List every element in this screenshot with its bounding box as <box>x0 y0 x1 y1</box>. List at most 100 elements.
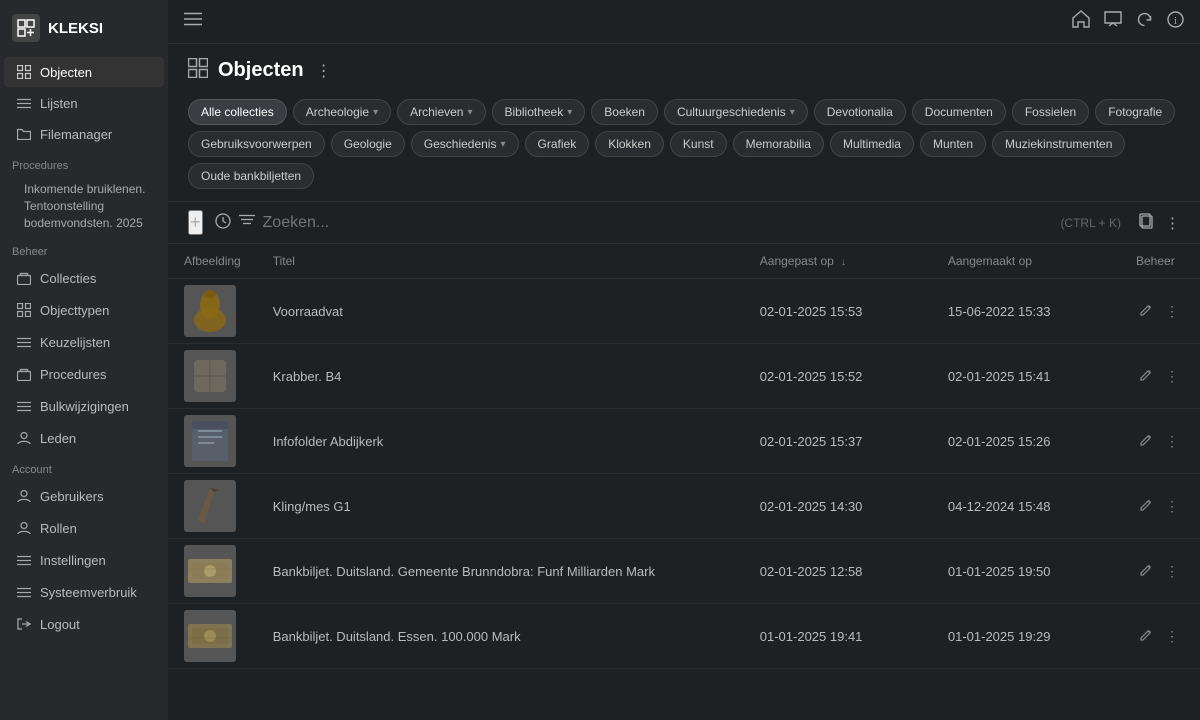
sidebar-item-label: Bulkwijzigingen <box>40 399 129 414</box>
search-copy-icon[interactable] <box>1139 213 1155 233</box>
filter-tag-cultuurgeschiedenis[interactable]: Cultuurgeschiedenis ▾ <box>664 99 808 125</box>
object-thumbnail <box>184 610 236 662</box>
filter-tag-muziekinstrumenten[interactable]: Muziekinstrumenten <box>992 131 1125 157</box>
filter-tag-fossielen[interactable]: Fossielen <box>1012 99 1089 125</box>
col-afbeelding: Afbeelding <box>168 244 257 279</box>
table-row[interactable]: Krabber. B4 02-01-2025 15:52 02-01-2025 … <box>168 344 1200 409</box>
table-row[interactable]: Bankbiljet. Duitsland. Gemeente Brunndob… <box>168 539 1200 604</box>
filter-tag-geschiedenis[interactable]: Geschiedenis ▾ <box>411 131 519 157</box>
more-options-icon[interactable]: ⋮ <box>1162 625 1182 648</box>
more-options-icon[interactable]: ⋮ <box>1162 495 1182 518</box>
more-options-icon[interactable]: ⋮ <box>1162 365 1182 388</box>
sidebar-item-rollen[interactable]: Rollen <box>4 513 164 543</box>
page-header: Objecten ⋮ <box>168 44 1200 93</box>
filter-tag-klokken[interactable]: Klokken <box>595 131 664 157</box>
object-image-cell <box>168 344 257 409</box>
page-header-icon <box>188 58 208 83</box>
edit-icon[interactable] <box>1136 365 1156 388</box>
object-title-cell: Voorraadvat <box>257 279 744 344</box>
sidebar-item-systeemverbruik[interactable]: Systeemverbruik <box>4 577 164 607</box>
sidebar-item-label: Filemanager <box>40 127 112 142</box>
logo: KLEKSI <box>0 0 168 56</box>
add-object-button[interactable]: + <box>188 210 203 235</box>
page-more-button[interactable]: ⋮ <box>316 61 332 81</box>
filter-tag-gebruiksvoorwerpen[interactable]: Gebruiksvoorwerpen <box>188 131 325 157</box>
sidebar-item-bulkwijzigingen[interactable]: Bulkwijzigingen <box>4 391 164 421</box>
filter-tag-munten[interactable]: Munten <box>920 131 986 157</box>
sidebar-item-leden[interactable]: Leden <box>4 423 164 453</box>
chevron-down-icon: ▾ <box>567 107 572 118</box>
object-image-cell <box>168 604 257 669</box>
search-filter-icon[interactable] <box>239 214 255 231</box>
more-options-icon[interactable]: ⋮ <box>1162 560 1182 583</box>
table-row[interactable]: Kling/mes G1 02-01-2025 14:30 04-12-2024… <box>168 474 1200 539</box>
col-aangepast-op[interactable]: Aangepast op ↓ <box>744 244 932 279</box>
object-title-cell: Bankbiljet. Duitsland. Essen. 100.000 Ma… <box>257 604 744 669</box>
table-row[interactable]: Infofolder Abdijkerk 02-01-2025 15:37 02… <box>168 409 1200 474</box>
object-aangepast-date: 02-01-2025 15:52 <box>760 369 863 384</box>
object-aangemaakt-date: 01-01-2025 19:50 <box>948 564 1051 579</box>
filter-tag-documenten[interactable]: Documenten <box>912 99 1006 125</box>
keuzelijsten-icon <box>16 334 32 350</box>
sidebar-item-collecties[interactable]: Collecties <box>4 263 164 293</box>
filter-tag-memorabilia[interactable]: Memorabilia <box>733 131 824 157</box>
more-options-icon[interactable]: ⋮ <box>1162 300 1182 323</box>
object-aangemaakt-cell: 01-01-2025 19:50 <box>932 539 1120 604</box>
edit-icon[interactable] <box>1136 625 1156 648</box>
object-title: Bankbiljet. Duitsland. Essen. 100.000 Ma… <box>273 629 521 644</box>
object-aangepast-date: 02-01-2025 14:30 <box>760 499 863 514</box>
menu-icon[interactable] <box>184 12 202 31</box>
search-more-icon[interactable]: ⋮ <box>1165 214 1180 232</box>
page-title: Objecten <box>218 59 304 82</box>
sidebar-sub-inkomende[interactable]: Inkomende bruiklenen. Tentoonstelling bo… <box>0 176 168 236</box>
sidebar-item-instellingen[interactable]: Instellingen <box>4 545 164 575</box>
filter-tag-archeologie[interactable]: Archeologie ▾ <box>293 99 391 125</box>
filemanager-icon <box>16 126 32 142</box>
filter-tag-alle[interactable]: Alle collecties <box>188 99 287 125</box>
edit-icon[interactable] <box>1136 300 1156 323</box>
filter-tag-kunst[interactable]: Kunst <box>670 131 727 157</box>
refresh-icon[interactable] <box>1136 11 1153 33</box>
filter-tag-grafiek[interactable]: Grafiek <box>525 131 590 157</box>
filter-tag-oudebankbiljetten[interactable]: Oude bankbiljetten <box>188 163 314 189</box>
object-aangemaakt-date: 04-12-2024 15:48 <box>948 499 1051 514</box>
table-header-row: Afbeelding Titel Aangepast op ↓ Aangemaa… <box>168 244 1200 279</box>
logo-icon <box>12 14 40 42</box>
sidebar-item-procedures[interactable]: Procedures <box>4 359 164 389</box>
objects-table: Afbeelding Titel Aangepast op ↓ Aangemaa… <box>168 244 1200 669</box>
beheer-actions: ⋮ <box>1136 430 1184 453</box>
table-row[interactable]: Voorraadvat 02-01-2025 15:53 15-06-2022 … <box>168 279 1200 344</box>
filter-tag-geologie[interactable]: Geologie <box>331 131 405 157</box>
sidebar-item-objecten[interactable]: Objecten <box>4 57 164 87</box>
object-beheer-cell: ⋮ <box>1120 409 1200 474</box>
edit-icon[interactable] <box>1136 495 1156 518</box>
more-options-icon[interactable]: ⋮ <box>1162 430 1182 453</box>
sidebar-item-logout[interactable]: Logout <box>4 609 164 639</box>
edit-icon[interactable] <box>1136 560 1156 583</box>
filter-tag-boeken[interactable]: Boeken <box>591 99 658 125</box>
sidebar-item-lijsten[interactable]: Lijsten <box>4 88 164 118</box>
chevron-down-icon: ▾ <box>500 139 505 150</box>
filter-tag-multimedia[interactable]: Multimedia <box>830 131 914 157</box>
filter-tag-fotografie[interactable]: Fotografie <box>1095 99 1175 125</box>
search-history-icon[interactable] <box>215 213 231 232</box>
sidebar-item-filemanager[interactable]: Filemanager <box>4 119 164 149</box>
filter-tag-bibliotheek[interactable]: Bibliotheek ▾ <box>492 99 586 125</box>
sidebar-item-label: Gebruikers <box>40 489 104 504</box>
sidebar-item-objecttypen[interactable]: Objecttypen <box>4 295 164 325</box>
messages-icon[interactable] <box>1104 11 1122 32</box>
sidebar-item-keuzelijsten[interactable]: Keuzelijsten <box>4 327 164 357</box>
object-title-cell: Infofolder Abdijkerk <box>257 409 744 474</box>
filter-tag-archieven[interactable]: Archieven ▾ <box>397 99 485 125</box>
sidebar-item-label: Procedures <box>40 367 106 382</box>
search-input[interactable] <box>263 214 1053 232</box>
sidebar-item-gebruikers[interactable]: Gebruikers <box>4 481 164 511</box>
procedures-section-label: Procedures <box>0 150 168 176</box>
info-icon[interactable]: i <box>1167 11 1184 33</box>
svg-text:i: i <box>1174 16 1177 27</box>
object-title: Krabber. B4 <box>273 369 342 384</box>
filter-tag-devotionalia[interactable]: Devotionalia <box>814 99 906 125</box>
table-row[interactable]: Bankbiljet. Duitsland. Essen. 100.000 Ma… <box>168 604 1200 669</box>
edit-icon[interactable] <box>1136 430 1156 453</box>
home-icon[interactable] <box>1072 10 1090 33</box>
